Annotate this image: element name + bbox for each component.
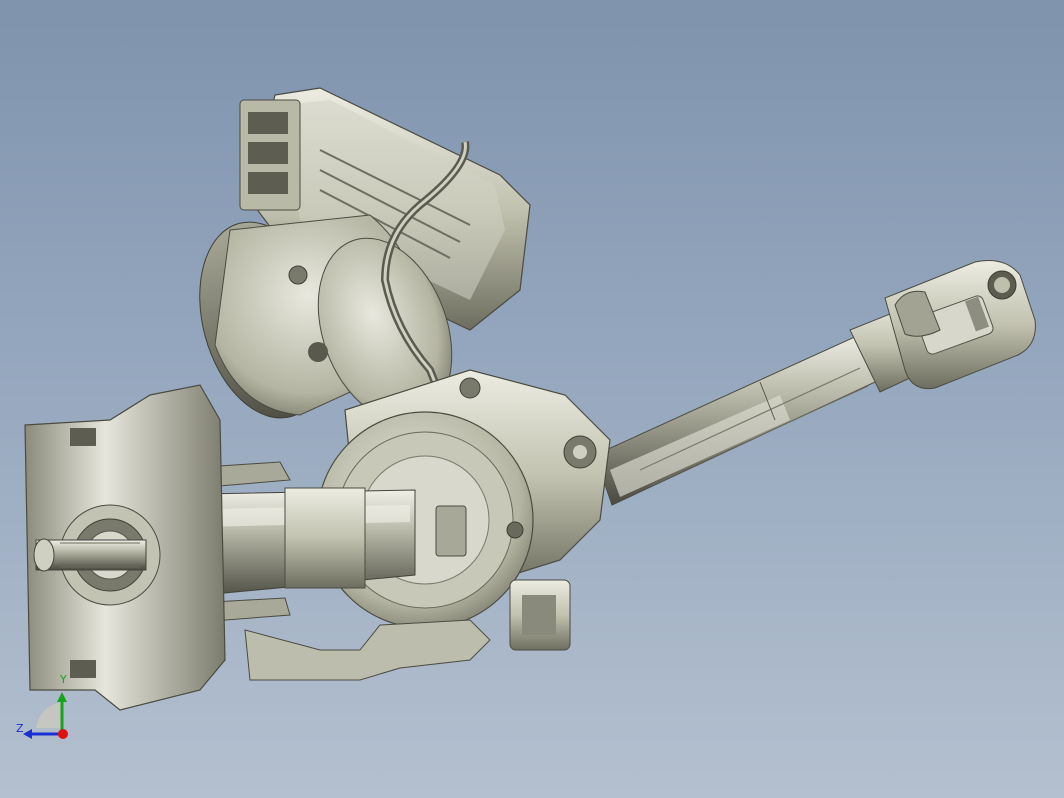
y-axis-label: Y bbox=[60, 673, 67, 686]
x-axis-dot bbox=[58, 729, 68, 739]
triad-axes bbox=[23, 692, 68, 739]
orientation-triad: Z Y bbox=[10, 672, 80, 752]
intermediate-shaft[interactable] bbox=[594, 329, 891, 506]
y-axis-arrow bbox=[57, 692, 67, 702]
lower-bracket bbox=[244, 619, 491, 681]
input-shaft-spline[interactable] bbox=[33, 538, 147, 572]
z-axis-arrow bbox=[23, 729, 32, 739]
steering-column-model[interactable] bbox=[0, 0, 1064, 798]
cad-3d-viewport[interactable]: Z Y bbox=[0, 0, 1064, 798]
triad-disc bbox=[36, 702, 62, 728]
universal-joint[interactable] bbox=[849, 260, 1036, 393]
z-axis-label: Z bbox=[16, 722, 24, 735]
